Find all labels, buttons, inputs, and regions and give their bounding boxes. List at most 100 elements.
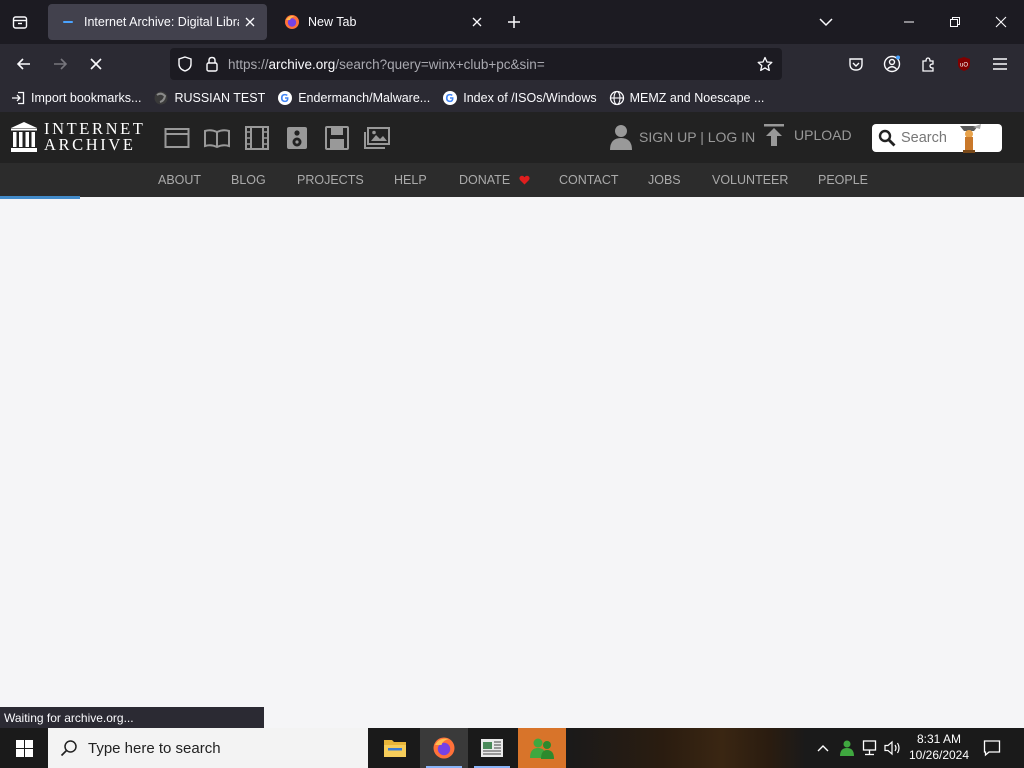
show-hidden-icons-chevron-up-icon[interactable] [812,736,834,760]
images-icon[interactable] [364,125,390,151]
network-icon[interactable] [860,736,882,760]
taskbar-file-explorer[interactable] [371,728,419,768]
signup-login-label: SIGN UP | LOG IN [639,129,756,145]
menu-button[interactable] [985,49,1015,79]
system-clock[interactable]: 8:31 AM 10/26/2024 [906,731,972,763]
forward-button[interactable] [45,49,75,79]
nav-contact[interactable]: CONTACT [559,173,619,187]
extensions-button[interactable] [913,49,943,79]
url-scheme: https:// [228,56,269,72]
nav-volunteer[interactable]: VOLUNTEER [712,173,788,187]
taskbar-news-app[interactable] [468,728,516,768]
list-all-tabs-button[interactable] [6,8,34,36]
import-icon [10,90,26,106]
minimize-icon [904,21,914,23]
volume-icon[interactable] [882,736,904,760]
web-icon[interactable] [164,125,190,151]
nav-people[interactable]: PEOPLE [818,173,868,187]
close-tab-icon[interactable] [466,11,488,33]
upload-link[interactable]: UPLOAD [764,124,852,146]
back-button[interactable] [9,49,39,79]
taskbar-search-placeholder: Type here to search [88,739,221,757]
bookmark-label: Import bookmarks... [31,91,142,105]
svg-text:uO: uO [960,63,968,69]
archive-top-bar: INTERNET ARCHIVE SIGN UP | LOG IN UPLOAD… [0,112,1024,163]
software-icon[interactable] [324,125,350,151]
nav-help[interactable]: HELP [394,173,427,187]
globe-icon [609,90,625,106]
windows-taskbar: Type here to search 8:31 AM 10/26/2024 [0,728,1024,768]
clock-date: 10/26/2024 [908,748,970,762]
address-bar[interactable]: https://archive.org/search?query=winx+cl… [170,48,782,80]
action-center-button[interactable] [980,736,1004,760]
ublock-button[interactable]: uO [949,49,979,79]
nav-about[interactable]: ABOUT [158,173,201,187]
close-tab-icon[interactable] [239,11,261,33]
stop-icon [90,58,102,70]
bookmark-star-icon[interactable] [748,48,782,80]
bookmark-import[interactable]: Import bookmarks... [10,90,141,106]
taskbar-firefox[interactable] [420,728,468,768]
google-icon [277,90,293,106]
tracking-protection-icon[interactable] [170,48,200,80]
minimize-button[interactable] [886,0,932,44]
bookmark-memz[interactable]: MEMZ and Noescape ... [609,90,765,106]
lock-icon[interactable] [200,48,224,80]
tab-new-tab[interactable]: New Tab [272,4,494,40]
new-tab-button[interactable] [502,10,526,34]
arrow-right-icon [54,58,68,70]
start-button[interactable] [0,728,48,768]
firefox-icon [433,737,455,759]
bookmark-label: RUSSIAN TEST [174,91,266,105]
archive-nav-bar: ABOUT BLOG PROJECTS HELP DONATE CONTACT … [0,163,1024,197]
chevron-down-icon [819,18,833,27]
url-host: archive.org [268,56,336,72]
signup-login-link[interactable]: SIGN UP | LOG IN [610,124,755,150]
tab-title: Internet Archive: Digital Library [84,15,239,29]
close-window-button[interactable] [978,0,1024,44]
restore-button[interactable] [932,0,978,44]
desktop-wallpaper-strip [566,728,806,768]
puzzle-icon [922,57,934,72]
heart-icon [519,175,530,185]
bookmark-label: Endermanch/Malware... [298,91,431,105]
tab-internet-archive[interactable]: Internet Archive: Digital Library [48,4,267,40]
loading-icon [60,14,76,30]
texts-icon[interactable] [204,125,230,151]
video-icon[interactable] [244,125,270,151]
url-path: /search?query=winx+club+pc&sin= [335,56,545,72]
logo-text-line2: ARCHIVE [44,135,136,154]
bookmark-index-isos[interactable]: Index of /ISOs/Windows [442,90,597,106]
nav-donate[interactable]: DONATE [459,173,530,187]
list-tabs-button[interactable] [814,10,838,34]
bookmark-russian-test[interactable]: RUSSIAN TEST [153,90,265,106]
account-button[interactable] [877,49,907,79]
archive-mascot-icon [960,124,981,153]
bookmark-endermanch[interactable]: Endermanch/Malware... [277,90,430,106]
nav-donate-label: DONATE [459,173,511,187]
pocket-button[interactable] [841,49,871,79]
bookmark-label: MEMZ and Noescape ... [629,91,765,105]
bookmark-label: Index of /ISOs/Windows [463,91,597,105]
tab-title: New Tab [308,15,357,29]
url-text[interactable]: https://archive.org/search?query=winx+cl… [224,57,748,72]
ublock-origin-icon: uO [958,57,970,71]
audio-icon[interactable] [284,125,310,151]
plus-icon [508,16,520,28]
chat-users-icon [530,738,554,759]
status-panel: Waiting for archive.org... [0,707,264,728]
windows-logo-icon [15,739,33,757]
archive-building-icon [11,122,37,152]
nav-projects[interactable]: PROJECTS [297,173,364,187]
nav-blog[interactable]: BLOG [231,173,266,187]
restore-icon [950,17,960,27]
stop-button[interactable] [81,49,111,79]
people-tray-icon[interactable] [836,736,858,760]
news-icon [481,739,503,757]
nav-jobs[interactable]: JOBS [648,173,681,187]
taskbar-search-box[interactable]: Type here to search [48,728,368,768]
taskbar-chat-app[interactable] [518,728,566,768]
archive-logo[interactable]: INTERNET ARCHIVE [10,120,145,154]
archive-search-box[interactable]: Search [872,124,1002,153]
search-placeholder: Search [901,130,947,146]
